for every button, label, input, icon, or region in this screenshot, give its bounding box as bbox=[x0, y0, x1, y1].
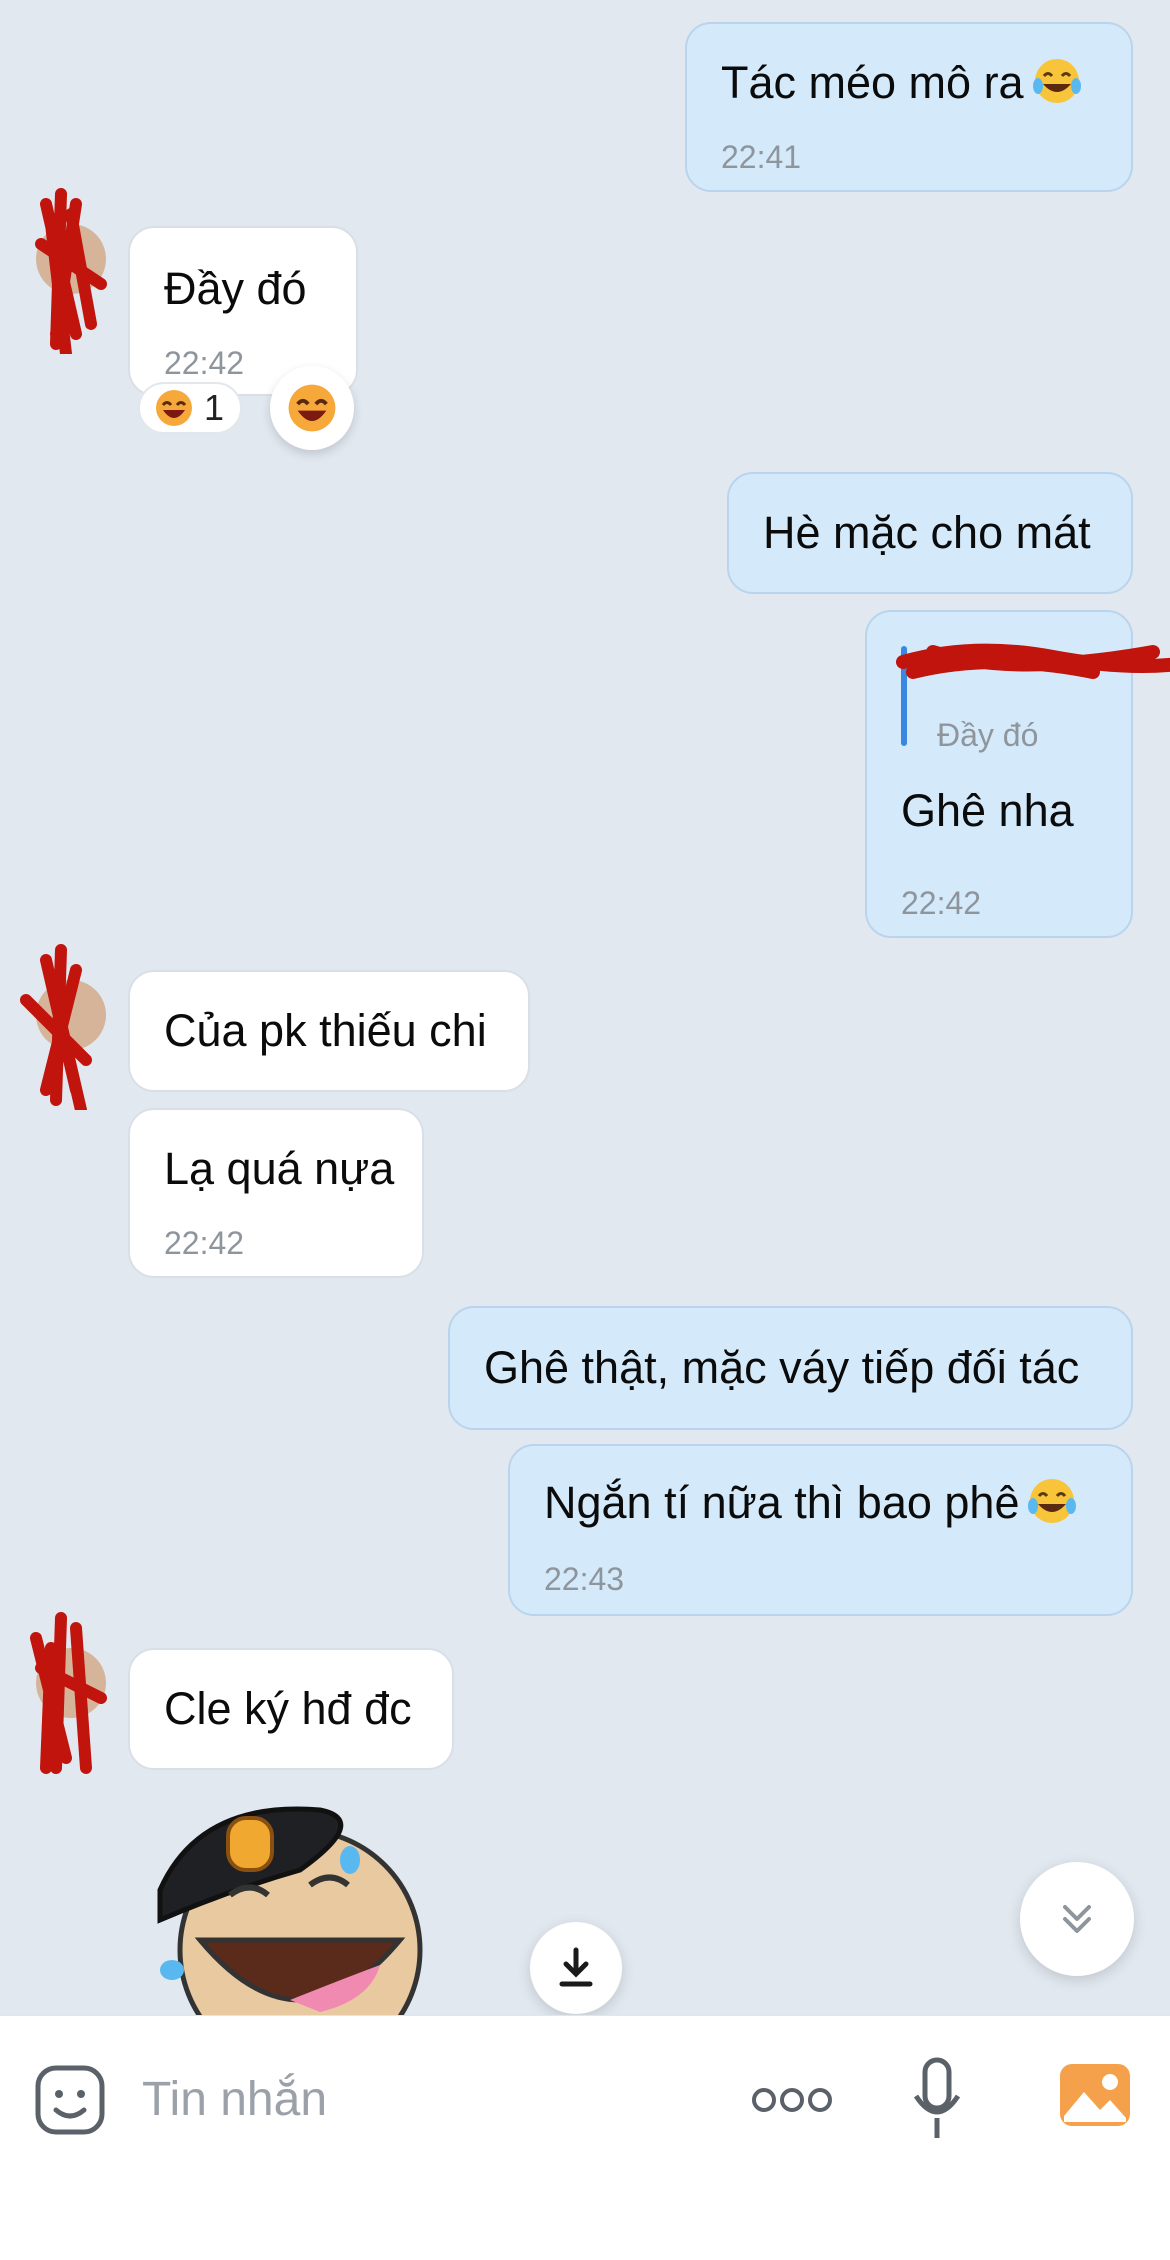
message-time: 22:41 bbox=[721, 139, 802, 175]
avatar[interactable] bbox=[30, 1612, 107, 1774]
message-bubble-outgoing[interactable]: Tác méo mô ra 22:41 bbox=[685, 22, 1133, 192]
chat-area[interactable]: Tác méo mô ra 22:41 Đầy đó 22:42 1 Hè mặ… bbox=[0, 0, 1170, 2015]
redaction-scribble bbox=[896, 643, 1170, 679]
voice-message-button[interactable] bbox=[912, 2056, 962, 2142]
reaction-count: 1 bbox=[204, 387, 225, 428]
message-bubble-incoming[interactable]: Lạ quá nựa 22:42 bbox=[128, 1108, 424, 1278]
redaction-scribble bbox=[20, 944, 92, 1110]
laughing-face-icon bbox=[156, 390, 192, 426]
avatar[interactable] bbox=[35, 188, 107, 354]
gallery-button[interactable] bbox=[1058, 2062, 1132, 2128]
quoted-message-text: Đầy đó bbox=[937, 717, 1039, 753]
scroll-to-bottom-button[interactable] bbox=[1020, 1862, 1134, 1976]
gallery-icon bbox=[1060, 2064, 1130, 2126]
avatar[interactable] bbox=[20, 944, 106, 1110]
message-text: Đầy đó bbox=[164, 263, 307, 314]
message-text: Ghê nha bbox=[901, 785, 1074, 836]
message-text: Tác méo mô ra bbox=[721, 56, 1084, 110]
add-reaction-button[interactable] bbox=[270, 366, 354, 450]
message-time: 22:42 bbox=[164, 1225, 245, 1261]
message-text: Ghê thật, mặc váy tiếp đối tác bbox=[484, 1342, 1080, 1393]
message-text: Cle ký hđ đc bbox=[164, 1683, 412, 1734]
message-time: 22:43 bbox=[544, 1561, 625, 1597]
reaction-summary[interactable]: 1 bbox=[138, 382, 242, 434]
sticker-button[interactable] bbox=[34, 2064, 106, 2136]
message-text: Của pk thiếu chi bbox=[164, 1005, 487, 1056]
sticker-icon bbox=[35, 2065, 105, 2135]
download-button[interactable] bbox=[530, 1922, 622, 2014]
tears-of-joy-emoji-icon bbox=[1028, 1479, 1077, 1523]
message-bubble-outgoing[interactable]: Ghê thật, mặc váy tiếp đối tác bbox=[448, 1306, 1133, 1430]
message-text: Hè mặc cho mát bbox=[763, 507, 1091, 558]
redaction-scribble bbox=[35, 188, 107, 354]
message-composer: Tin nhắn bbox=[0, 2015, 1170, 2260]
tears-of-joy-emoji-icon bbox=[1032, 59, 1081, 103]
message-bubble-incoming[interactable]: Cle ký hđ đc bbox=[128, 1648, 454, 1770]
message-bubble-incoming[interactable]: Của pk thiếu chi bbox=[128, 970, 530, 1092]
message-text: Lạ quá nựa bbox=[164, 1143, 395, 1194]
laughing-face-icon bbox=[288, 384, 336, 432]
sticker-laughing-character[interactable] bbox=[140, 1800, 460, 2015]
microphone-icon bbox=[913, 2057, 961, 2138]
more-options-button[interactable] bbox=[750, 2082, 834, 2118]
double-chevron-down-icon bbox=[1063, 1905, 1091, 1933]
more-icon bbox=[752, 2088, 832, 2112]
message-text: Ngắn tí nữa thì bao phê bbox=[544, 1476, 1079, 1530]
download-icon bbox=[559, 1947, 593, 1987]
redaction-scribble bbox=[30, 1612, 107, 1774]
message-time: 22:42 bbox=[901, 885, 982, 921]
message-bubble-outgoing-reply[interactable]: Đầy đó Ghê nha 22:42 bbox=[865, 610, 1170, 938]
message-bubble-outgoing[interactable]: Ngắn tí nữa thì bao phê 22:43 bbox=[508, 1444, 1133, 1616]
message-input[interactable]: Tin nhắn bbox=[142, 2072, 327, 2127]
message-bubble-outgoing[interactable]: Hè mặc cho mát bbox=[727, 472, 1133, 594]
